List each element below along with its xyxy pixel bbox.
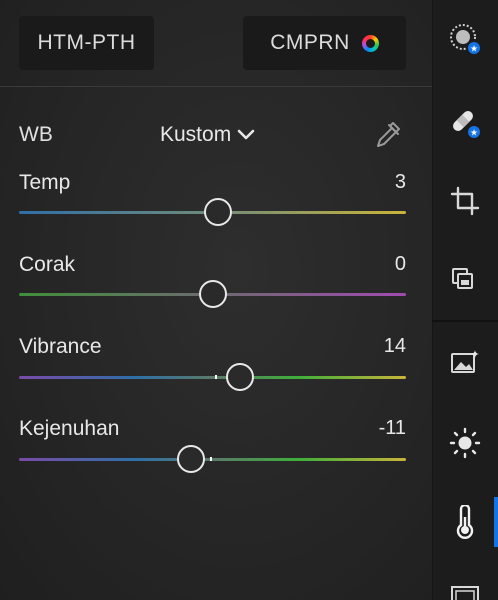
vibrance-label: Vibrance (19, 335, 102, 358)
temp-value[interactable]: 3 (395, 171, 406, 194)
tint-slider-thumb[interactable] (198, 280, 227, 308)
saturation-slider-thumb[interactable] (177, 445, 206, 473)
layers-icon[interactable] (448, 262, 482, 296)
tint-label: Corak (19, 253, 76, 276)
chevron-down-icon (237, 129, 255, 140)
adjustment-panel: HTM-PTH CMPRN WB Kustom Temp 3 Corak 0 V… (0, 0, 432, 600)
vibrance-slider-track[interactable] (19, 376, 406, 379)
color-mixer-button-label: CMPRN (270, 31, 350, 54)
saturation-slider-track[interactable] (19, 458, 406, 461)
bw-button[interactable]: HTM-PTH (19, 16, 154, 70)
color-mixer-button[interactable]: CMPRN (243, 16, 406, 70)
svg-text:★: ★ (470, 45, 478, 55)
wb-dropdown[interactable]: Kustom (160, 123, 255, 147)
healing-icon[interactable]: ★ (448, 106, 482, 140)
frame-icon[interactable] (448, 585, 482, 600)
ai-image-icon[interactable]: ✦ (448, 346, 482, 380)
eyedropper-icon[interactable] (372, 118, 404, 152)
bw-button-label: HTM-PTH (37, 31, 136, 54)
saturation-center-tick (210, 457, 212, 461)
rail-separator (432, 320, 498, 322)
svg-text:✦: ✦ (470, 348, 479, 361)
light-icon[interactable] (448, 426, 482, 460)
temp-label: Temp (19, 171, 71, 194)
temp-slider-thumb[interactable] (204, 198, 233, 226)
vibrance-slider-thumb[interactable] (225, 363, 254, 391)
wb-dropdown-value: Kustom (160, 123, 232, 146)
color-temperature-icon[interactable] (448, 505, 482, 539)
saturation-label: Kejenuhan (19, 417, 120, 440)
vibrance-center-tick (215, 375, 217, 379)
active-tool-indicator (494, 497, 498, 547)
svg-text:★: ★ (470, 129, 478, 139)
tint-value[interactable]: 0 (395, 253, 406, 276)
crop-icon[interactable] (448, 184, 482, 218)
vibrance-value[interactable]: 14 (384, 335, 406, 358)
presets-icon[interactable]: ★ (448, 22, 482, 56)
color-wheel-icon (361, 34, 379, 52)
saturation-value[interactable]: -11 (379, 417, 406, 440)
divider (0, 86, 432, 87)
wb-label: WB (19, 123, 53, 146)
